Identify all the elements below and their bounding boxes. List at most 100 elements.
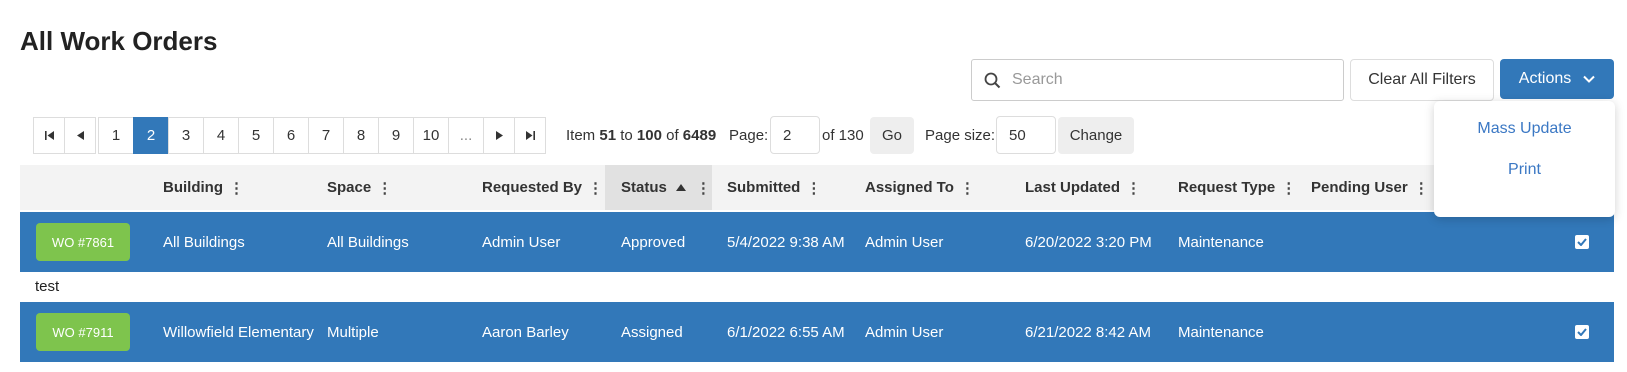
cell-requested-by: Admin User xyxy=(482,233,561,251)
page-button-1[interactable]: 1 xyxy=(98,117,134,154)
column-header-last-updated[interactable]: Last Updated ⋮ xyxy=(1025,165,1141,210)
column-header-status[interactable]: Status ⋮ xyxy=(605,165,712,210)
column-menu-icon[interactable]: ⋮ xyxy=(806,179,821,197)
first-page-icon xyxy=(44,131,54,140)
cell-requested-by: Aaron Barley xyxy=(482,323,569,341)
column-header-request-type[interactable]: Request Type ⋮ xyxy=(1178,165,1296,210)
page-button-9[interactable]: 9 xyxy=(378,117,414,154)
column-menu-icon[interactable]: ⋮ xyxy=(1281,179,1296,197)
row-checkbox[interactable] xyxy=(1575,235,1589,249)
cell-space: Multiple xyxy=(327,323,379,341)
column-header-label: Requested By xyxy=(482,179,583,196)
previous-page-button[interactable] xyxy=(64,117,96,154)
cell-assigned-to: Admin User xyxy=(865,233,944,251)
column-header-assigned-to[interactable]: Assigned To ⋮ xyxy=(865,165,975,210)
clear-all-filters-button[interactable]: Clear All Filters xyxy=(1350,59,1494,101)
last-page-icon xyxy=(525,131,535,140)
column-header-requested-by[interactable]: Requested By ⋮ xyxy=(482,165,603,210)
next-page-button[interactable] xyxy=(483,117,515,154)
item-end: 100 xyxy=(636,127,662,144)
table-row[interactable]: WO #7911 Willowfield Elementary Multiple… xyxy=(20,302,1614,362)
column-header-pending-user[interactable]: Pending User ⋮ xyxy=(1311,165,1429,210)
page-title: All Work Orders xyxy=(20,26,218,56)
column-header-label: Request Type xyxy=(1178,179,1276,196)
page-button-10[interactable]: 10 xyxy=(413,117,449,154)
page-button-4[interactable]: 4 xyxy=(203,117,239,154)
table-row[interactable]: WO #7861 All Buildings All Buildings Adm… xyxy=(20,212,1614,272)
go-button[interactable]: Go xyxy=(870,117,914,154)
actions-button-label: Actions xyxy=(1518,70,1572,87)
column-header-label: Last Updated xyxy=(1025,179,1121,196)
cell-last-updated: 6/20/2022 3:20 PM xyxy=(1025,233,1152,251)
pagination: 1 2 3 4 5 6 7 8 9 10 ... xyxy=(33,117,546,154)
page-button-3[interactable]: 3 xyxy=(168,117,204,154)
cell-submitted: 6/1/2022 6:55 AM xyxy=(727,323,845,341)
row-checkbox[interactable] xyxy=(1575,325,1589,339)
column-header-space[interactable]: Space ⋮ xyxy=(327,165,392,210)
item-prefix: Item xyxy=(566,127,596,144)
page-number-input[interactable] xyxy=(770,116,820,154)
last-page-button[interactable] xyxy=(514,117,546,154)
search-input[interactable] xyxy=(1012,71,1322,89)
page-button-6[interactable]: 6 xyxy=(273,117,309,154)
column-menu-icon[interactable]: ⋮ xyxy=(1126,179,1141,197)
column-menu-icon[interactable]: ⋮ xyxy=(377,179,392,197)
column-menu-icon[interactable]: ⋮ xyxy=(588,179,603,197)
actions-dropdown-menu: Mass Update Print xyxy=(1434,101,1615,217)
column-menu-icon[interactable]: ⋮ xyxy=(696,179,711,197)
column-menu-icon[interactable]: ⋮ xyxy=(229,179,244,197)
row-note: test xyxy=(20,272,1614,302)
cell-last-updated: 6/21/2022 8:42 AM xyxy=(1025,323,1151,341)
row-note-text: test xyxy=(35,278,60,295)
page-button-more[interactable]: ... xyxy=(448,117,484,154)
checkmark-icon xyxy=(1577,238,1587,246)
table-header: Building ⋮ Space ⋮ Requested By ⋮ Status ⋮ S… xyxy=(20,165,1614,210)
cell-assigned-to: Admin User xyxy=(865,323,944,341)
column-header-submitted[interactable]: Submitted ⋮ xyxy=(727,165,821,210)
search-icon xyxy=(972,72,1012,89)
item-start: 51 xyxy=(599,127,617,144)
of-pages-label: of 130 xyxy=(822,127,864,144)
search-box[interactable] xyxy=(971,59,1344,101)
chevron-down-icon xyxy=(1583,70,1595,88)
column-header-label: Building xyxy=(163,179,223,196)
cell-status: Assigned xyxy=(621,323,683,341)
menu-item-print[interactable]: Print xyxy=(1434,161,1615,179)
page-label: Page: xyxy=(729,127,769,144)
cell-status: Approved xyxy=(621,233,686,251)
page-button-5[interactable]: 5 xyxy=(238,117,274,154)
change-page-size-button[interactable]: Change xyxy=(1058,117,1134,154)
page-size-input[interactable] xyxy=(996,116,1056,154)
item-range-info: Item 51 to 100 of 6489 xyxy=(566,117,716,154)
cell-request-type: Maintenance xyxy=(1178,233,1264,251)
checkmark-icon xyxy=(1577,328,1587,336)
column-header-label: Pending User xyxy=(1311,179,1408,196)
page-button-7[interactable]: 7 xyxy=(308,117,344,154)
column-header-label: Assigned To xyxy=(865,179,954,196)
previous-page-icon xyxy=(76,131,84,140)
cell-building: All Buildings xyxy=(163,233,245,251)
column-header-label: Status xyxy=(621,179,667,196)
cell-space: All Buildings xyxy=(327,233,409,251)
menu-item-mass-update[interactable]: Mass Update xyxy=(1434,120,1615,138)
page-button-2[interactable]: 2 xyxy=(133,117,169,154)
sort-ascending-icon xyxy=(675,184,686,191)
page-size-label: Page size: xyxy=(925,127,996,144)
first-page-button[interactable] xyxy=(33,117,65,154)
cell-building: Willowfield Elementary xyxy=(163,323,314,341)
next-page-icon xyxy=(495,131,503,140)
item-total: 6489 xyxy=(682,127,717,144)
column-header-label: Space xyxy=(327,179,372,196)
cell-submitted: 5/4/2022 9:38 AM xyxy=(727,233,845,251)
column-menu-icon[interactable]: ⋮ xyxy=(1414,179,1429,197)
work-order-badge[interactable]: WO #7911 xyxy=(36,313,130,351)
cell-request-type: Maintenance xyxy=(1178,323,1264,341)
work-order-badge[interactable]: WO #7861 xyxy=(36,223,130,261)
page-button-8[interactable]: 8 xyxy=(343,117,379,154)
column-header-label: Submitted xyxy=(727,179,801,196)
column-header-building[interactable]: Building ⋮ xyxy=(163,165,244,210)
item-of: of xyxy=(666,127,679,144)
actions-button[interactable]: Actions xyxy=(1500,59,1614,99)
item-to: to xyxy=(620,127,633,144)
column-menu-icon[interactable]: ⋮ xyxy=(960,179,975,197)
